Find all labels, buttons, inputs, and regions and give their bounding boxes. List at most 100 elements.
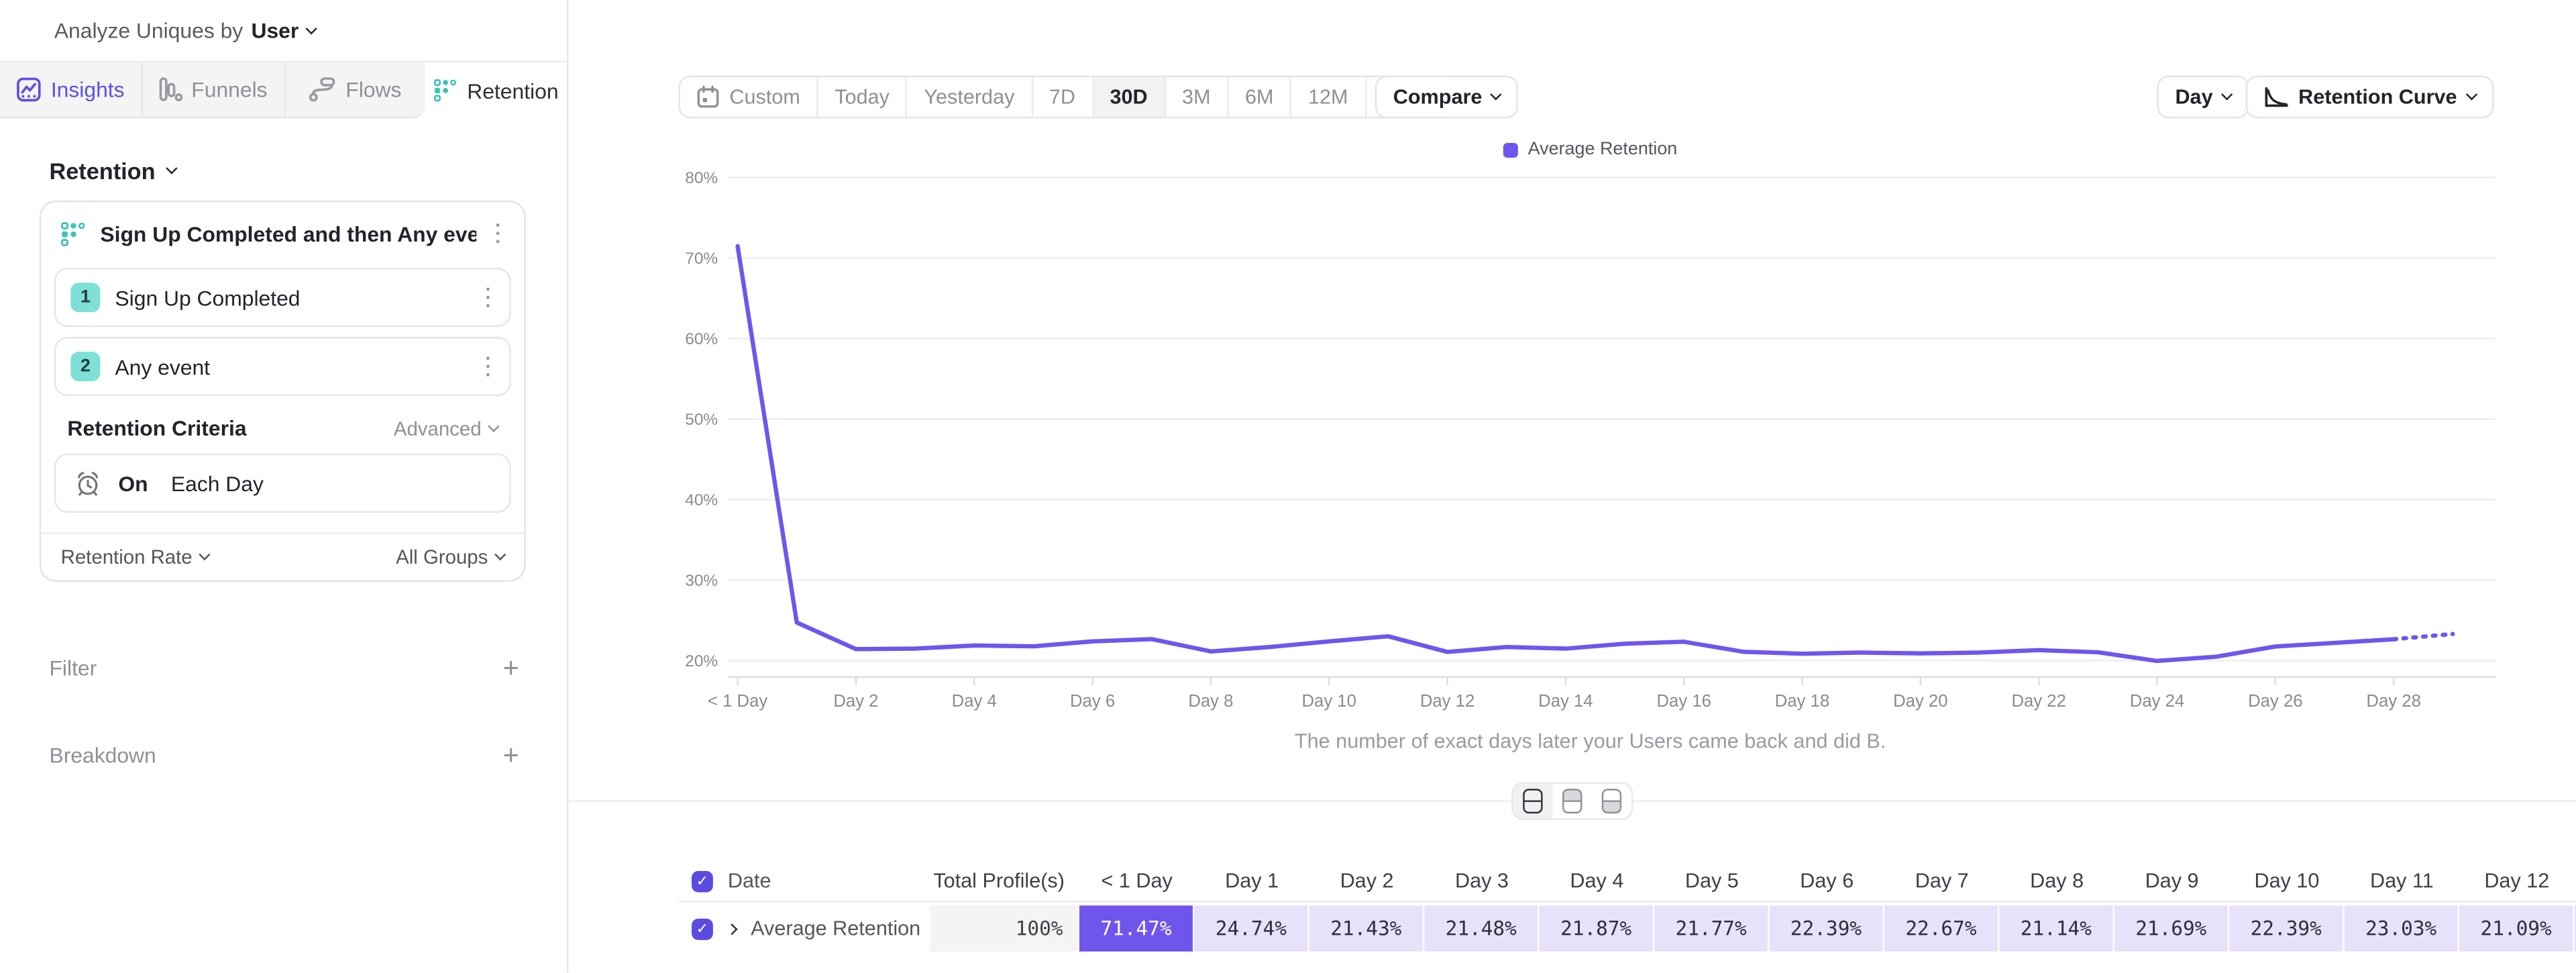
range-segment-custom[interactable]: Custom: [680, 77, 818, 117]
table-header-day-5: Day 5: [1654, 870, 1769, 892]
range-segment-30d[interactable]: 30D: [1093, 77, 1166, 117]
segment-label: Custom: [729, 85, 800, 108]
query-card-menu-button[interactable]: [490, 218, 504, 248]
all-groups-dropdown[interactable]: All Groups: [396, 546, 504, 568]
granularity-dropdown[interactable]: Day: [2157, 76, 2249, 119]
view-toggle-group: [1511, 782, 1633, 820]
table-header-day-9: Day 9: [2114, 870, 2229, 892]
step-2-badge: 2: [70, 352, 100, 381]
svg-text:20%: 20%: [685, 652, 718, 670]
range-segment-3m[interactable]: 3M: [1166, 77, 1229, 117]
range-segment-today[interactable]: Today: [818, 77, 908, 117]
cell-lt-1-day[interactable]: 71.47%: [1079, 905, 1194, 952]
range-segment-12m[interactable]: 12M: [1292, 77, 1366, 117]
cell-day-8[interactable]: 21.14%: [1999, 905, 2114, 952]
range-segment-yesterday[interactable]: Yesterday: [908, 77, 1032, 117]
expand-row-button[interactable]: [728, 925, 736, 933]
chevron-down-icon: [165, 162, 176, 174]
cell-day-12[interactable]: 21.09%: [2459, 905, 2574, 952]
svg-text:60%: 60%: [685, 330, 718, 348]
table-header-row: ✓DateTotal Profile(s)< 1 DayDay 1Day 2Da…: [678, 861, 2576, 902]
compare-button[interactable]: Compare: [1375, 76, 1519, 119]
table-header-date: ✓ Date: [678, 870, 930, 892]
analyze-uniques-value[interactable]: User: [251, 18, 299, 43]
chevron-down-icon: [199, 549, 210, 560]
split-view-button[interactable]: [1513, 784, 1553, 818]
table-row[interactable]: ✓ Average Retention 100%71.47%24.74%21.43%…: [678, 905, 2576, 952]
svg-text:Day 20: Day 20: [1893, 692, 1947, 711]
cell-day-9[interactable]: 21.69%: [2114, 905, 2229, 952]
chart-type-label: Retention Curve: [2298, 85, 2457, 108]
query-step-1[interactable]: 1 Sign Up Completed: [54, 268, 511, 327]
step-2-menu-button[interactable]: [480, 351, 494, 381]
cell-day-6[interactable]: 22.39%: [1770, 905, 1884, 952]
chart-only-view-button[interactable]: [1552, 784, 1592, 818]
retention-criteria-control[interactable]: On Each Day: [54, 454, 511, 513]
compare-label: Compare: [1393, 85, 1483, 108]
retention-section-header[interactable]: Retention: [49, 158, 175, 184]
cell-day-1[interactable]: 24.74%: [1194, 905, 1309, 952]
select-all-checkbox[interactable]: ✓: [692, 870, 713, 892]
row-checkbox[interactable]: ✓: [692, 918, 713, 939]
analyze-uniques-control[interactable]: Analyze Uniques by User: [54, 18, 315, 43]
svg-text:Day 24: Day 24: [2130, 692, 2184, 711]
tab-flows[interactable]: Flows: [285, 62, 426, 118]
chevron-down-icon: [1491, 89, 1502, 100]
segment-label: Today: [835, 85, 890, 108]
tab-retention[interactable]: Retention: [426, 62, 567, 118]
cell-day-4[interactable]: 21.87%: [1540, 905, 1654, 952]
cell-day-2[interactable]: 21.43%: [1309, 905, 1424, 952]
retention-rate-dropdown[interactable]: Retention Rate: [61, 546, 209, 568]
cell-day-3[interactable]: 21.48%: [1424, 905, 1539, 952]
funnels-icon: [158, 77, 181, 102]
advanced-dropdown[interactable]: Advanced: [394, 417, 498, 440]
svg-text:Day 8: Day 8: [1188, 692, 1233, 711]
table-only-view-button[interactable]: [1592, 784, 1631, 818]
criteria-on-value[interactable]: Each Day: [171, 471, 264, 496]
tab-insights[interactable]: Insights: [0, 62, 142, 118]
tab-label: Flows: [345, 77, 401, 102]
tab-funnels[interactable]: Funnels: [142, 62, 284, 118]
row-label: Average Retention: [751, 917, 920, 940]
legend-swatch: [1503, 142, 1518, 157]
add-breakdown-button[interactable]: +: [503, 747, 519, 763]
date-column-header: Date: [728, 870, 771, 892]
cell-day-10[interactable]: 22.39%: [2229, 905, 2344, 952]
svg-text:50%: 50%: [685, 411, 718, 429]
step-1-badge: 1: [70, 283, 100, 312]
chevron-down-icon: [494, 549, 506, 560]
cell-total-profiles[interactable]: 100%: [930, 905, 1079, 952]
tab-label: Retention: [467, 78, 558, 103]
tab-label: Funnels: [191, 77, 267, 102]
add-filter-button[interactable]: +: [503, 660, 519, 676]
breakdown-label: Breakdown: [49, 743, 156, 768]
svg-text:Day 10: Day 10: [1301, 692, 1356, 711]
table-header-day-8: Day 8: [1999, 870, 2114, 892]
retention-rate-label: Retention Rate: [61, 546, 193, 568]
criteria-on-label: On: [118, 471, 148, 496]
svg-text:Day 4: Day 4: [952, 692, 997, 711]
analyze-uniques-label: Analyze Uniques by: [54, 18, 243, 43]
range-segment-7d[interactable]: 7D: [1032, 77, 1093, 117]
range-segment-6m[interactable]: 6M: [1229, 77, 1292, 117]
query-card-title: Sign Up Completed and then Any event: [100, 221, 476, 246]
svg-text:Day 26: Day 26: [2248, 692, 2302, 711]
query-card-header: Sign Up Completed and then Any event: [41, 202, 524, 264]
retention-report-app: Analyze Uniques by User Insights Funnels F…: [0, 0, 2576, 973]
cell-day-7[interactable]: 22.67%: [1884, 905, 1999, 952]
cell-day-5[interactable]: 21.77%: [1654, 905, 1769, 952]
svg-text:Day 6: Day 6: [1070, 692, 1115, 711]
segment-label: 30D: [1110, 85, 1147, 108]
query-step-2[interactable]: 2 Any event: [54, 337, 511, 396]
retention-curve-chart[interactable]: 80%70%60%50%40%30%20%< 1 DayDay 2Day 4Da…: [678, 156, 2502, 723]
chevron-down-icon: [305, 22, 317, 34]
step-1-menu-button[interactable]: [480, 283, 494, 313]
query-card-footer: Retention Rate All Groups: [41, 532, 524, 580]
cell-day-11[interactable]: 23.03%: [2345, 905, 2459, 952]
retention-criteria-label: Retention Criteria: [67, 416, 246, 441]
retention-query-card: Sign Up Completed and then Any event 1 S…: [40, 201, 526, 582]
step-2-label: Any event: [115, 354, 466, 379]
chart-type-dropdown[interactable]: Retention Curve: [2246, 76, 2493, 119]
chart-only-view-icon: [1562, 789, 1582, 814]
advanced-label: Advanced: [394, 417, 482, 440]
